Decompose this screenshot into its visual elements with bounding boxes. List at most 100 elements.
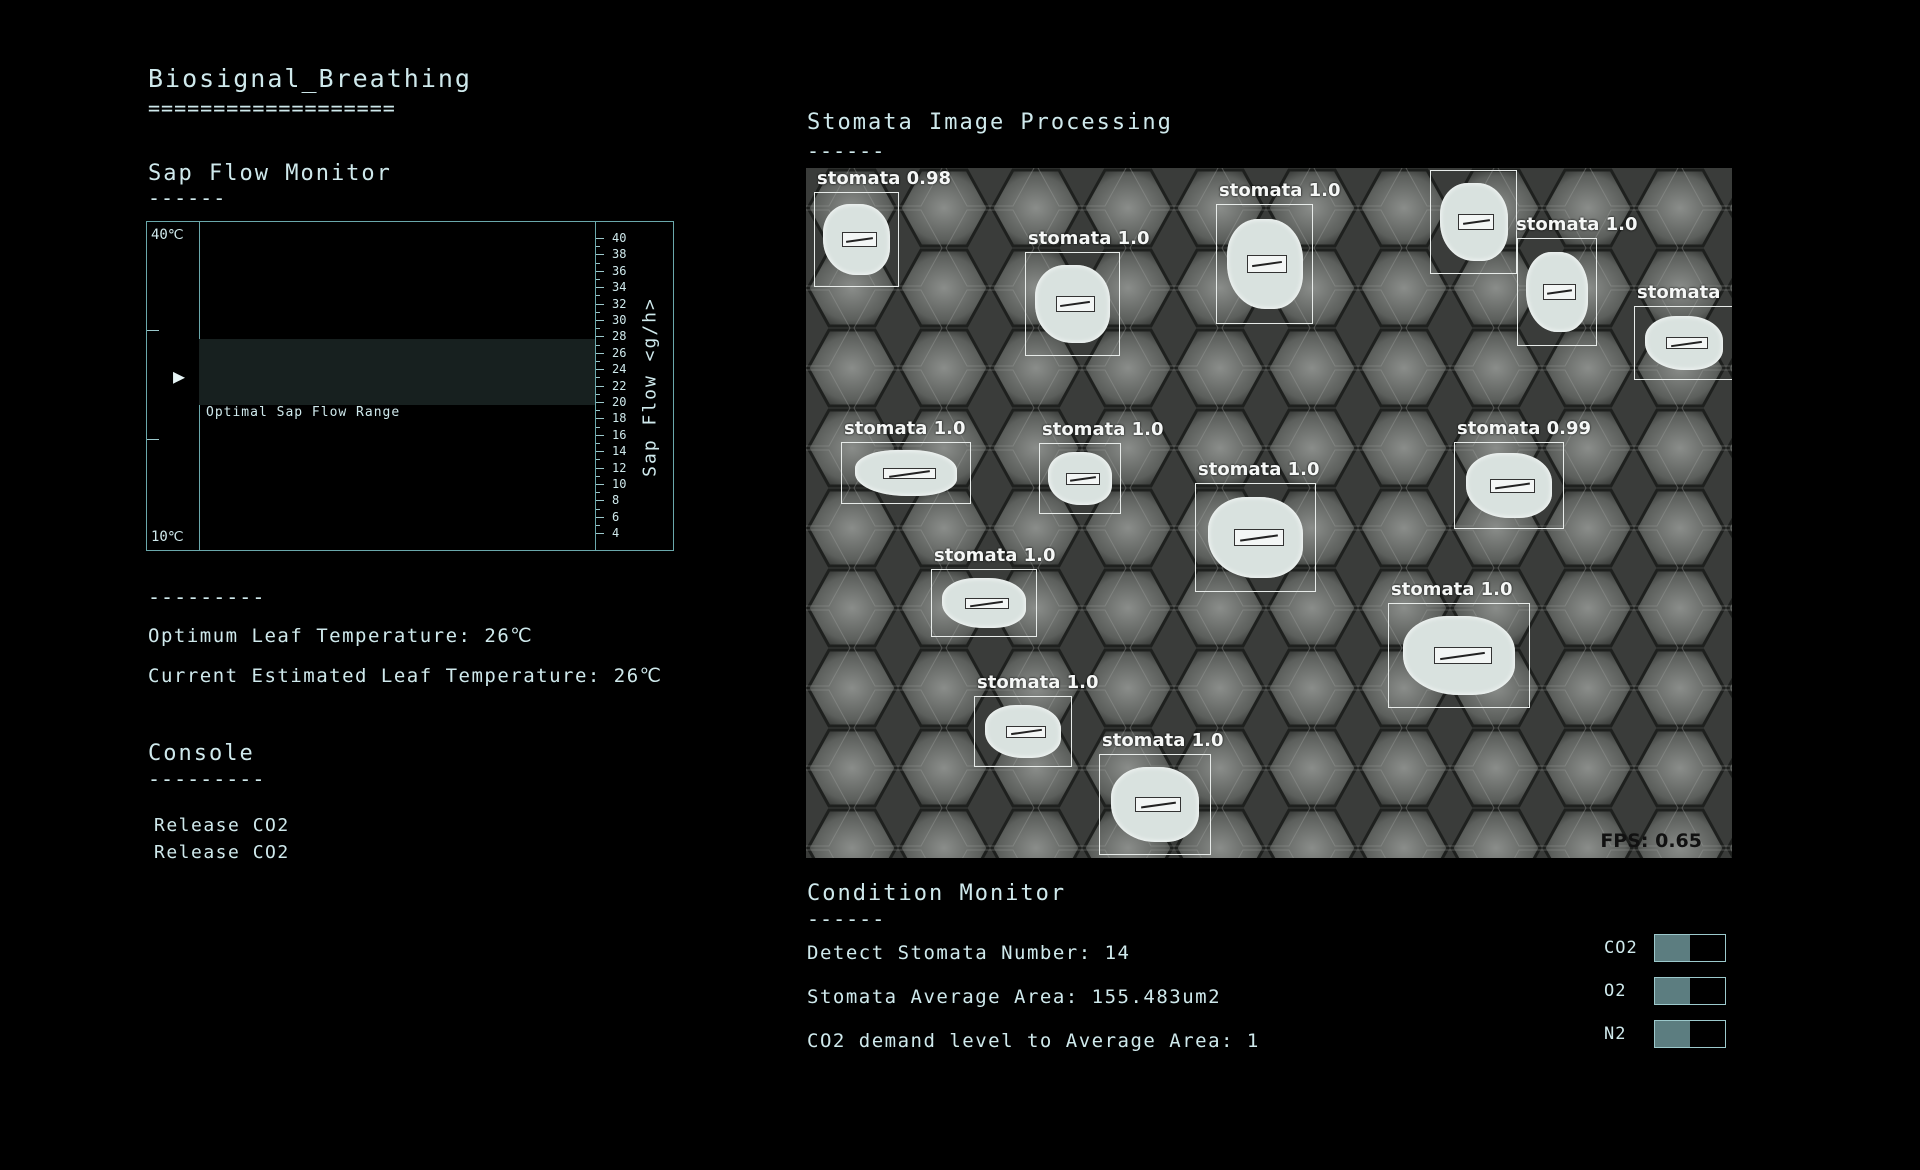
console-log: Release CO2 Release CO2 xyxy=(154,812,290,866)
gas-level-fill xyxy=(1655,1021,1690,1047)
optimal-range-band xyxy=(199,339,595,405)
stomata-detection-box: stomata 1.0 xyxy=(931,545,1056,637)
stomata-pore xyxy=(1234,528,1284,546)
condition-rule: ------ xyxy=(807,907,886,931)
scale-tick-label: 22 xyxy=(612,378,627,393)
scale-tick xyxy=(596,352,604,354)
stomata-detection-box: stomata 1.0 xyxy=(1025,228,1150,356)
detection-label: stomata 1.0 xyxy=(1391,579,1513,600)
scale-minor-tick xyxy=(596,426,600,428)
scale-tick-label: 30 xyxy=(612,313,627,327)
scale-minor-tick xyxy=(596,246,600,248)
scale-tick-label: 34 xyxy=(612,280,627,295)
sap-flow-panel: 40℃ ▶ 10℃ Optimal Sap Flow Range 40 38 36 3… xyxy=(146,221,674,551)
optimal-range-label: Optimal Sap Flow Range xyxy=(206,405,401,420)
scale-tick-label: 32 xyxy=(612,296,627,311)
optimum-leaf-temperature: Optimum Leaf Temperature: 26℃ xyxy=(148,625,534,647)
scale-tick xyxy=(596,238,604,239)
detection-label: stomata 1.0 xyxy=(1516,214,1638,235)
scale-tick-label: 18 xyxy=(612,411,627,426)
console-rule: --------- xyxy=(148,767,266,791)
leaf-rule: --------- xyxy=(148,585,266,609)
scale-tick xyxy=(596,320,604,321)
scale-tick xyxy=(596,369,604,371)
detection-label: stomata 1.0 xyxy=(1042,419,1164,440)
scale-tick xyxy=(596,451,604,453)
scale-tick-label: 26 xyxy=(612,345,627,360)
scale-minor-tick xyxy=(596,279,600,280)
fps-readout: FPS: 0.65 xyxy=(1600,830,1702,852)
scale-minor-tick xyxy=(596,377,600,379)
stomata-detection-box: stomata xyxy=(1634,282,1732,380)
scale-tick xyxy=(596,467,604,469)
detection-label: stomata 1.0 xyxy=(934,545,1056,566)
condition-title: Condition Monitor xyxy=(807,881,1067,906)
stomata-detection-box: stomata 1.0 xyxy=(1216,180,1341,324)
scale-tick xyxy=(596,402,604,403)
scale-minor-tick xyxy=(596,492,600,494)
scale-tick-label: 16 xyxy=(612,427,627,442)
stomata-image-view: stomata 0.98 stomata 1.0 stomata 1.0 sto… xyxy=(806,168,1732,858)
detection-label: stomata 0.98 xyxy=(817,168,952,189)
scale-tick xyxy=(596,270,604,272)
scale-tick-label: 14 xyxy=(612,444,627,459)
console-line: Release CO2 xyxy=(154,815,290,836)
temp-tick xyxy=(147,439,159,440)
sap-flow-scale: 40 38 36 34 32 30 28 26 24 22 20 18 16 14 12 10 8 6 4 Sap … xyxy=(595,222,675,550)
scale-minor-tick xyxy=(596,295,600,297)
sap-flow-rule: ------ xyxy=(148,186,227,210)
detection-label: stomata xyxy=(1637,282,1721,303)
scale-tick xyxy=(596,336,604,338)
detection-label: stomata 1.0 xyxy=(1219,180,1341,201)
stomata-pore xyxy=(1135,796,1182,813)
scale-minor-tick xyxy=(596,508,600,510)
scale-minor-tick xyxy=(596,262,600,264)
current-temp-indicator-icon: ▶ xyxy=(173,364,186,388)
co2-demand-level: CO2 demand level to Average Area: 1 xyxy=(807,1030,1260,1052)
scale-tick xyxy=(596,287,604,289)
scale-tick xyxy=(596,533,604,535)
scale-tick xyxy=(596,254,604,256)
scale-minor-tick xyxy=(596,344,600,346)
current-leaf-temperature: Current Estimated Leaf Temperature: 26℃ xyxy=(148,665,663,687)
stomata-average-area: Stomata Average Area: 155.483um2 xyxy=(807,986,1222,1008)
scale-tick xyxy=(596,484,604,485)
detection-label: stomata 1.0 xyxy=(1198,459,1320,480)
stomata-detection-box: stomata 1.0 xyxy=(974,672,1099,767)
stomata-pore xyxy=(1542,283,1577,301)
sap-flow-axis-label: Sap Flow <g/h> xyxy=(639,297,661,477)
console-line: Release CO2 xyxy=(154,842,290,863)
scale-tick xyxy=(596,434,604,436)
scale-tick-label: 10 xyxy=(612,477,627,491)
scale-minor-tick xyxy=(596,525,600,526)
detect-stomata-number: Detect Stomata Number: 14 xyxy=(807,942,1131,964)
stomata-detection-box: stomata 1.0 xyxy=(1516,214,1638,346)
stomata-pore xyxy=(1005,725,1047,738)
scale-tick xyxy=(596,418,604,420)
detection-label: stomata 1.0 xyxy=(977,672,1099,693)
stomata-detection-box: stomata 1.0 xyxy=(1039,419,1164,514)
stomata-pore xyxy=(1433,647,1492,664)
stomata-pore xyxy=(1055,295,1095,313)
stomata-pore xyxy=(1458,213,1495,231)
scale-minor-tick xyxy=(596,328,600,330)
gas-label: CO2 xyxy=(1604,938,1638,958)
stomata-pore xyxy=(1489,478,1535,493)
co2-toggle[interactable] xyxy=(1654,934,1726,962)
scale-minor-tick xyxy=(596,443,600,444)
scale-tick-label: 20 xyxy=(612,395,627,409)
leaf-temperature-column: 40℃ ▶ 10℃ xyxy=(147,222,200,550)
gas-label: N2 xyxy=(1604,1024,1627,1044)
scale-tick xyxy=(596,500,604,502)
stomata-pore xyxy=(882,468,937,479)
scale-tick xyxy=(596,516,604,518)
gas-level-fill xyxy=(1655,978,1690,1004)
scale-tick xyxy=(596,385,604,387)
console-title: Console xyxy=(148,741,255,766)
scale-tick-label: 8 xyxy=(612,493,620,508)
stomata-pore xyxy=(965,597,1009,609)
n2-toggle[interactable] xyxy=(1654,1020,1726,1048)
stomata-detection-box: stomata 1.0 xyxy=(1388,579,1530,708)
o2-toggle[interactable] xyxy=(1654,977,1726,1005)
scale-tick-label: 4 xyxy=(612,526,620,541)
